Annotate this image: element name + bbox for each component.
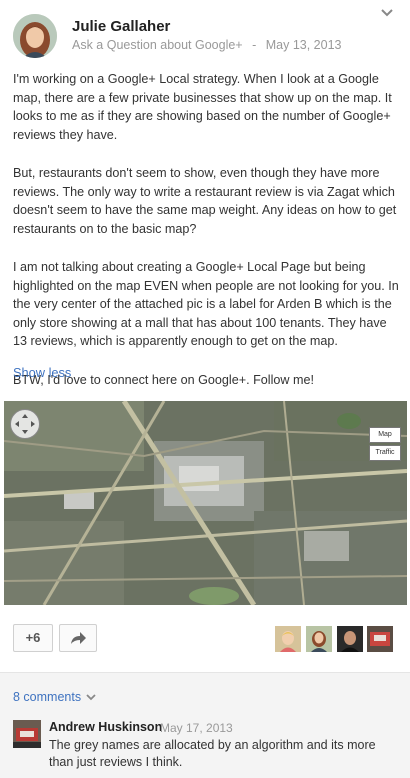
- comments-section: 8 comments Andrew Huskinson May 17, 2013…: [0, 672, 410, 778]
- post-paragraph: I'm working on a Google+ Local strategy.…: [13, 72, 392, 142]
- chevron-down-icon[interactable]: [85, 693, 97, 701]
- post-body: I'm working on a Google+ Local strategy.…: [13, 70, 399, 389]
- commenter-avatar[interactable]: [13, 720, 41, 748]
- meta-separator: -: [252, 38, 257, 52]
- comment-author[interactable]: Andrew Huskinson: [49, 720, 162, 734]
- attached-map-image[interactable]: Map Traffic: [4, 401, 407, 605]
- pan-control-icon[interactable]: [10, 409, 40, 439]
- comments-count-link[interactable]: 8 comments: [13, 690, 81, 704]
- show-less-link[interactable]: Show less: [13, 365, 71, 380]
- share-arrow-icon: [71, 632, 86, 644]
- comment-text: The grey names are allocated by an algor…: [49, 738, 376, 769]
- post-meta: Ask a Question about Google+ - May 13, 2…: [72, 38, 342, 52]
- plusser-avatar[interactable]: [367, 626, 393, 652]
- post-actions: +6: [0, 616, 410, 666]
- comment-date: May 17, 2013: [160, 721, 233, 735]
- post-date[interactable]: May 13, 2013: [266, 38, 342, 52]
- map-type-button[interactable]: Map: [369, 427, 401, 443]
- plusser-avatar[interactable]: [275, 626, 301, 652]
- community-link[interactable]: Ask a Question about Google+: [72, 38, 243, 52]
- plus-one-button[interactable]: +6: [13, 624, 53, 652]
- traffic-button[interactable]: Traffic: [369, 445, 401, 461]
- share-button[interactable]: [59, 624, 97, 652]
- author-name[interactable]: Julie Gallaher: [72, 18, 170, 35]
- chevron-down-icon[interactable]: [378, 6, 396, 20]
- post-paragraph: But, restaurants don't seem to show, eve…: [13, 166, 397, 236]
- plusser-avatar[interactable]: [337, 626, 363, 652]
- satellite-map: [4, 401, 407, 605]
- post-card: Julie Gallaher Ask a Question about Goog…: [0, 0, 410, 778]
- plusser-avatar[interactable]: [306, 626, 332, 652]
- author-avatar[interactable]: [13, 14, 57, 58]
- post-paragraph: I am not talking about creating a Google…: [13, 260, 399, 348]
